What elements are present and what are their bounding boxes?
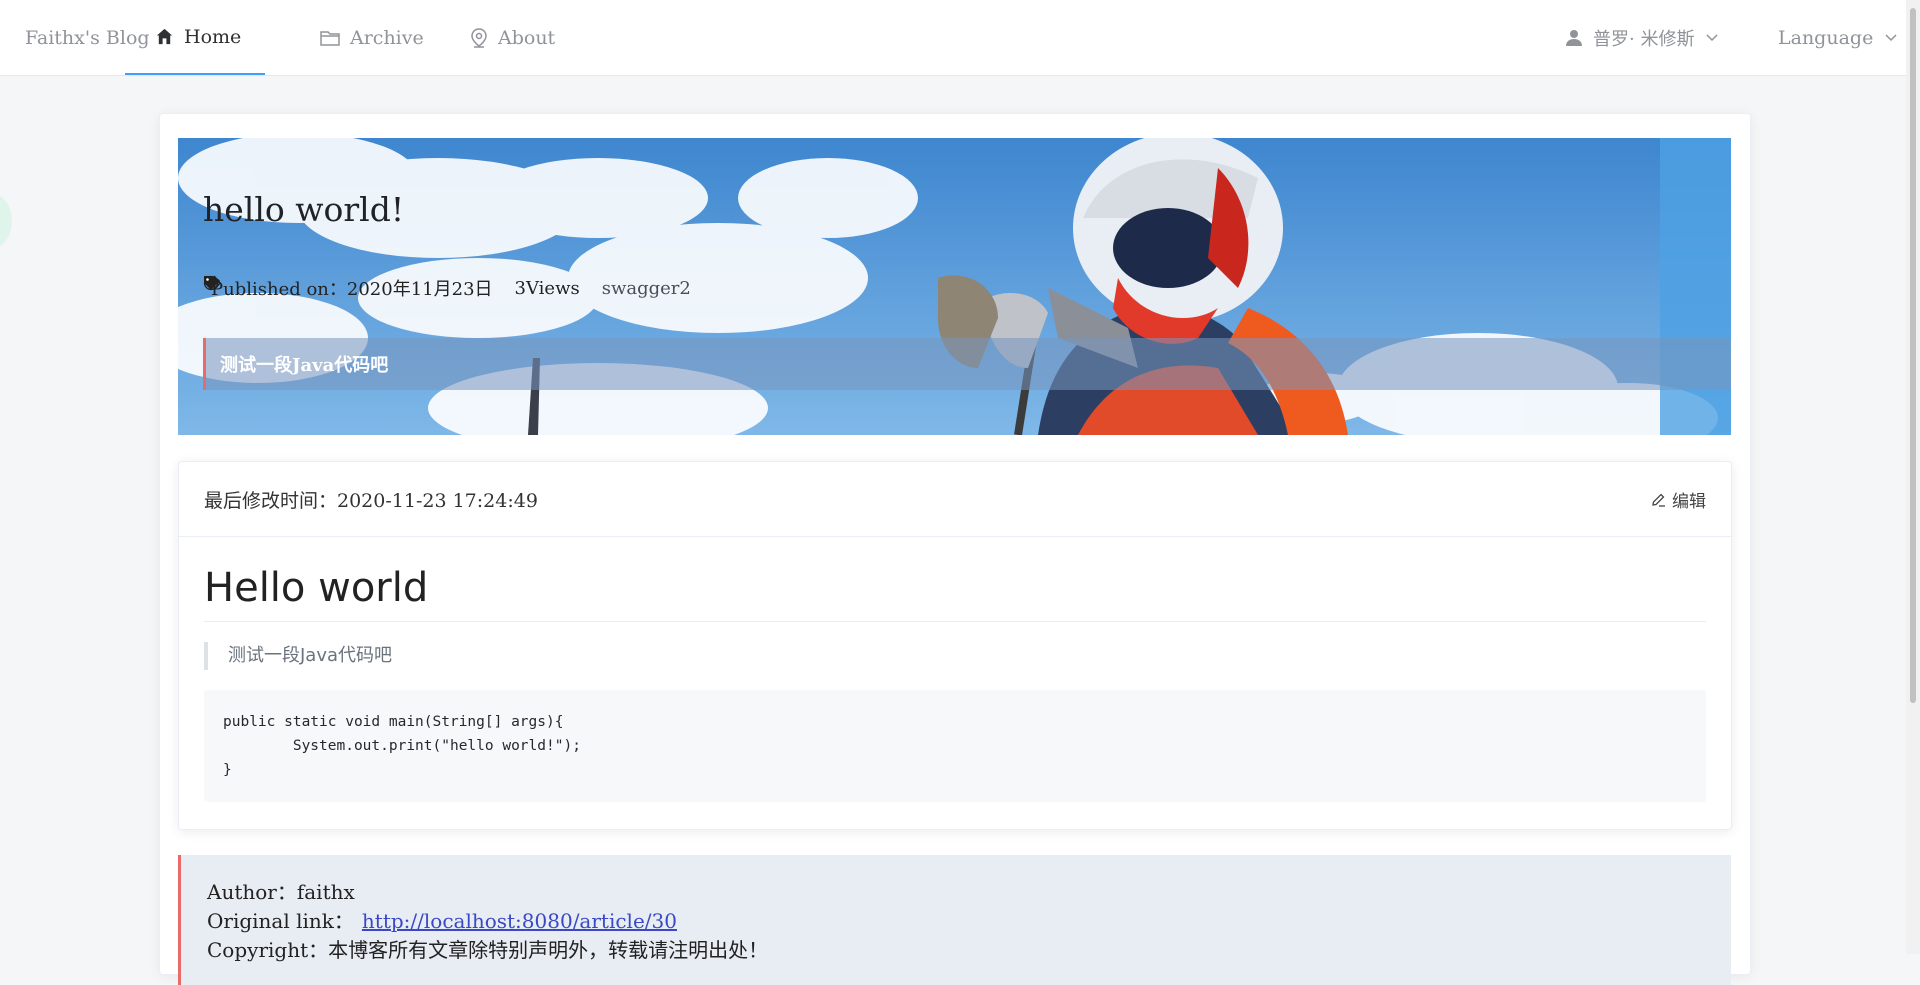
chevron-down-icon xyxy=(1885,33,1897,42)
page-scrollbar[interactable] xyxy=(1906,0,1920,954)
chevron-down-icon xyxy=(1706,33,1718,42)
nav-archive-label: Archive xyxy=(350,26,424,49)
nav-about[interactable]: About xyxy=(470,0,555,75)
nav-archive[interactable]: Archive xyxy=(320,0,424,75)
original-link-label: Original link： xyxy=(207,909,354,933)
language-label: Language xyxy=(1778,26,1874,49)
post-summary-text: 测试一段Java代码吧 xyxy=(220,355,389,376)
original-link-line: Original link： http://localhost:8080/arti… xyxy=(207,907,1731,936)
scrollbar-thumb[interactable] xyxy=(1910,8,1916,703)
published-label: Published on： xyxy=(211,279,347,300)
post-summary: 测试一段Java代码吧 xyxy=(203,338,1731,390)
last-modified: 最后修改时间：2020-11-23 17:24:49 xyxy=(204,489,538,512)
code-block: public static void main(String[] args){ … xyxy=(204,690,1706,802)
copyright-notice: Copyright：本博客所有文章除特别声明外，转载请注明出处！ xyxy=(207,938,769,962)
user-icon xyxy=(1565,29,1583,47)
language-menu[interactable]: Language xyxy=(1778,0,1897,75)
article-blockquote: 测试一段Java代码吧 xyxy=(204,642,1706,670)
folder-icon xyxy=(320,29,340,47)
post-tag-link[interactable]: swagger2 xyxy=(602,278,691,299)
post-title: hello world! xyxy=(203,190,405,229)
copyright-box: Author：faithx Original link： http://local… xyxy=(178,855,1731,985)
article-header: 最后修改时间：2020-11-23 17:24:49 编辑 xyxy=(179,462,1731,537)
nav-home[interactable]: Home xyxy=(125,0,266,75)
home-icon xyxy=(155,27,174,46)
location-pin-icon xyxy=(470,27,488,48)
edit-button[interactable]: 编辑 xyxy=(1651,487,1706,512)
published-date: 2020年11月23日 xyxy=(346,279,493,300)
article-card: 最后修改时间：2020-11-23 17:24:49 编辑 Hello worl… xyxy=(178,461,1732,830)
user-name: 普罗· 米修斯 xyxy=(1593,28,1695,50)
author-line: Author：faithx xyxy=(207,880,355,904)
view-count: 3Views xyxy=(514,277,580,299)
article-heading: Hello world xyxy=(204,565,1706,622)
edit-icon xyxy=(1651,492,1666,507)
article-body: Hello world 测试一段Java代码吧 public static vo… xyxy=(179,565,1731,802)
floating-side-button[interactable] xyxy=(0,193,12,249)
user-menu[interactable]: 普罗· 米修斯 xyxy=(1565,0,1718,75)
post-meta: Published on： 2020年11月23日 3Views swagger… xyxy=(203,275,691,301)
nav-about-label: About xyxy=(498,26,556,49)
original-link[interactable]: http://localhost:8080/article/30 xyxy=(362,909,677,933)
post-banner: hello world! Published on： 2020年11月23日 3… xyxy=(178,138,1731,435)
nav-home-label: Home xyxy=(184,25,242,48)
top-navbar: Faithx's Blog Home Archive About 普罗· 米修斯… xyxy=(0,0,1920,76)
edit-label: 编辑 xyxy=(1672,491,1706,512)
